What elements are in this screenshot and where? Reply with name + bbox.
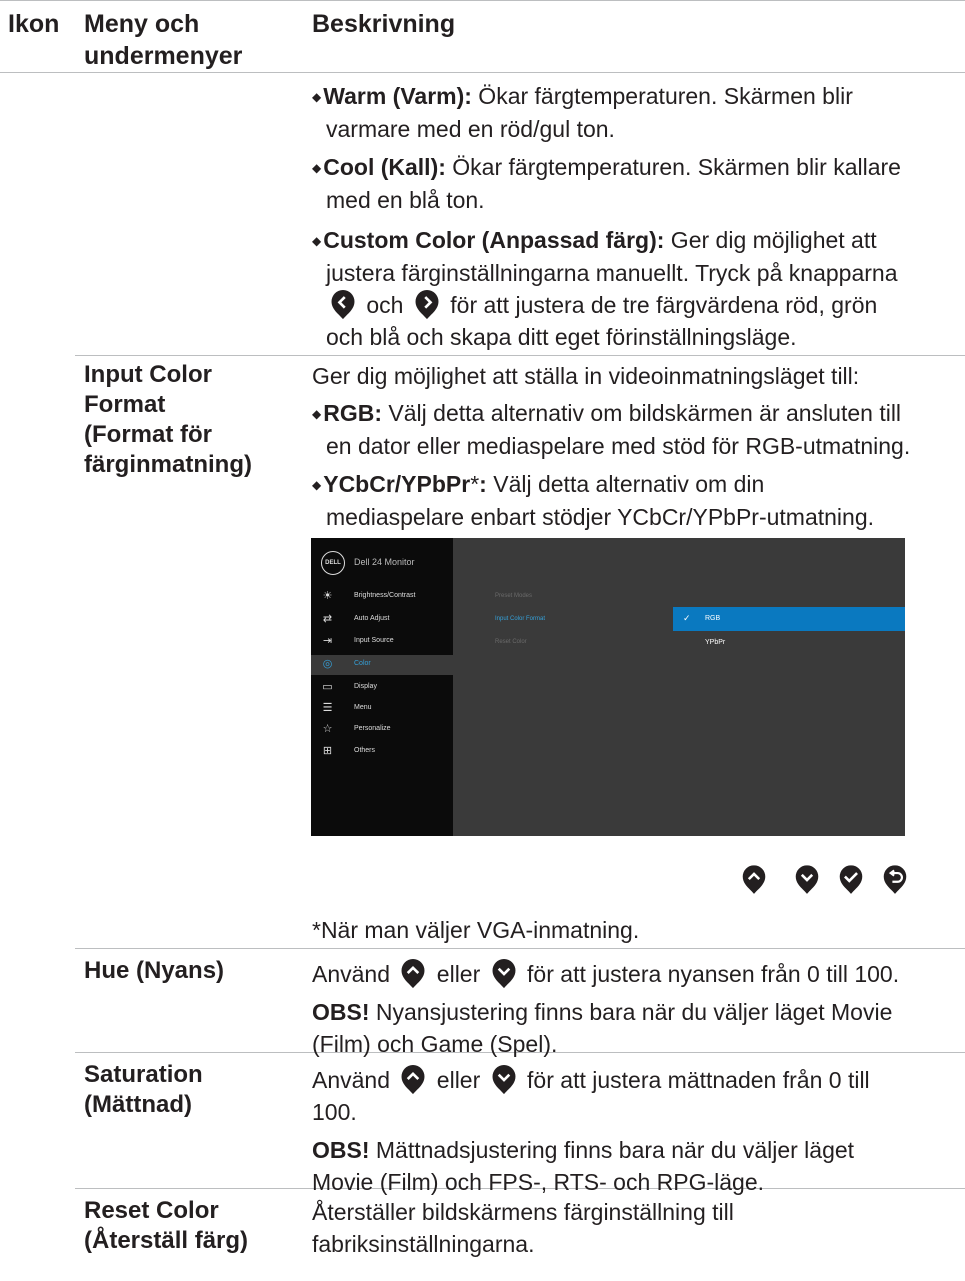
column-header-menu: Meny och undermenyer	[84, 10, 243, 70]
column-header-description: Beskrivning	[312, 10, 456, 38]
osd-menu-input-source: ⇥ Input Source	[322, 635, 394, 647]
bullet-rgb: ◆RGB: Välj detta alternativ om bildskärm…	[312, 400, 911, 459]
input-color-intro: Ger dig möjlighet att ställa in videoinm…	[312, 363, 860, 389]
osd-menu-display: ▭ Display	[322, 681, 377, 693]
osd-menu-others: ⊞ Others	[322, 745, 376, 757]
menu-input-color-format: Input Color Format (Format för färginmat…	[84, 361, 252, 478]
osd-menu-menu: ☰ Menu	[322, 702, 372, 714]
osd-option-rgb: ✓ RGB	[673, 607, 905, 631]
auto-adjust-icon: ⇄	[322, 613, 333, 625]
saturation-note: OBS! Mättnadsjustering finns bara när du…	[312, 1137, 855, 1195]
up-button-icon	[398, 1065, 428, 1095]
back-button-icon	[882, 865, 908, 895]
right-arrow-button-icon	[412, 290, 442, 320]
bullet-custom-color: ◆Custom Color (Anpassad färg): Ger dig m…	[312, 227, 898, 350]
osd-sub-reset-color: Reset Color	[495, 639, 527, 645]
others-icon: ⊞	[322, 745, 333, 757]
header-rule	[0, 72, 965, 73]
bullet-cool: ◆Cool (Kall): Ökar färgtemperaturen. Skä…	[312, 154, 901, 213]
osd-sub-preset-modes: Preset Modes	[495, 593, 533, 599]
row-rule	[75, 948, 965, 949]
check-icon: ✓	[683, 613, 691, 623]
ok-button-icon	[838, 865, 864, 895]
down-button-icon	[794, 865, 820, 895]
vga-footnote: *När man väljer VGA-inmatning.	[312, 917, 640, 943]
osd-menu-color: ◎ Color	[311, 655, 453, 675]
top-rule	[0, 0, 965, 1]
menu-reset-color: Reset Color (Återställ färg)	[84, 1197, 249, 1254]
bullet-warm: ◆Warm (Varm): Ökar färgtemperaturen. Skä…	[312, 83, 853, 142]
palette-icon: ◎	[322, 658, 333, 670]
dell-logo: DELL	[321, 551, 345, 575]
osd-option-ypbpr: YPbPr	[705, 639, 726, 646]
row-rule	[75, 355, 965, 356]
down-button-icon	[489, 1065, 519, 1095]
hue-note: OBS! Nyansjustering finns bara när du vä…	[312, 999, 893, 1057]
up-button-icon	[398, 959, 428, 989]
reset-color-description: Återställer bildskärmens färginställning…	[312, 1199, 734, 1257]
star-icon: ☆	[322, 723, 333, 735]
down-button-icon	[489, 959, 519, 989]
osd-model-name: Dell 24 Monitor	[354, 557, 415, 567]
osd-sub-input-color-format: Input Color Format	[495, 616, 546, 622]
input-source-icon: ⇥	[322, 635, 333, 647]
menu-icon: ☰	[322, 702, 333, 714]
saturation-description: Använd eller för att justera mättnaden f…	[312, 1065, 870, 1125]
osd-menu-personalize: ☆ Personalize	[322, 723, 391, 735]
menu-saturation: Saturation (Mättnad)	[84, 1061, 203, 1118]
osd-screenshot: DELL Dell 24 Monitor ☀ Brightness/Contras…	[311, 538, 905, 836]
up-button-icon	[741, 865, 767, 895]
column-header-icon: Ikon	[8, 10, 60, 38]
hue-description: Använd eller för att justera nyansen frå…	[312, 959, 900, 989]
display-icon: ▭	[322, 681, 333, 693]
osd-menu-brightness: ☀ Brightness/Contrast	[322, 590, 416, 602]
left-arrow-button-icon	[328, 290, 358, 320]
bullet-ycbcr: ◆YCbCr/YPbPr*: Välj detta alternativ om …	[312, 471, 875, 530]
menu-hue: Hue (Nyans)	[84, 957, 225, 984]
osd-menu-auto-adjust: ⇄ Auto Adjust	[322, 613, 390, 625]
sun-icon: ☀	[322, 590, 333, 602]
